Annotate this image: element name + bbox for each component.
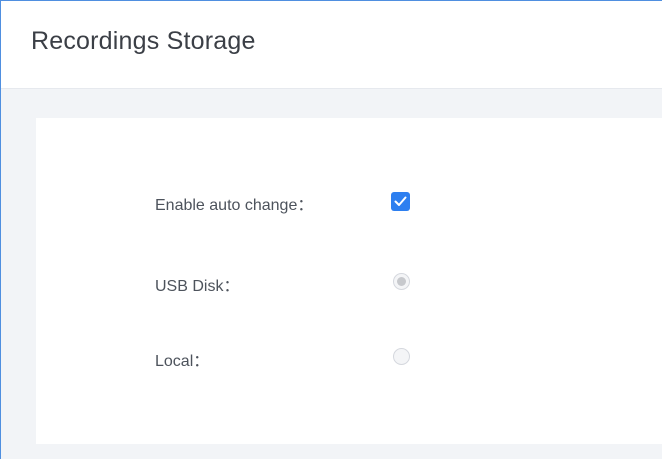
enable-auto-change-checkbox[interactable]	[391, 192, 410, 211]
page-header: Recordings Storage	[1, 1, 662, 89]
usb-disk-label: USB Disk：	[155, 278, 240, 295]
settings-card: Enable auto change： USB Disk： Local：	[36, 118, 662, 444]
usb-disk-radio[interactable]	[393, 273, 410, 290]
usb-disk-row: USB Disk：	[36, 269, 662, 299]
local-row: Local：	[36, 344, 662, 374]
local-radio[interactable]	[393, 348, 410, 365]
page-title: Recordings Storage	[31, 27, 256, 55]
local-label: Local：	[155, 353, 210, 370]
check-icon	[394, 196, 407, 206]
enable-auto-change-label: Enable auto change：	[155, 197, 314, 214]
enable-auto-change-row: Enable auto change：	[36, 188, 662, 218]
recordings-storage-window: Recordings Storage Enable auto change： U…	[0, 0, 662, 459]
